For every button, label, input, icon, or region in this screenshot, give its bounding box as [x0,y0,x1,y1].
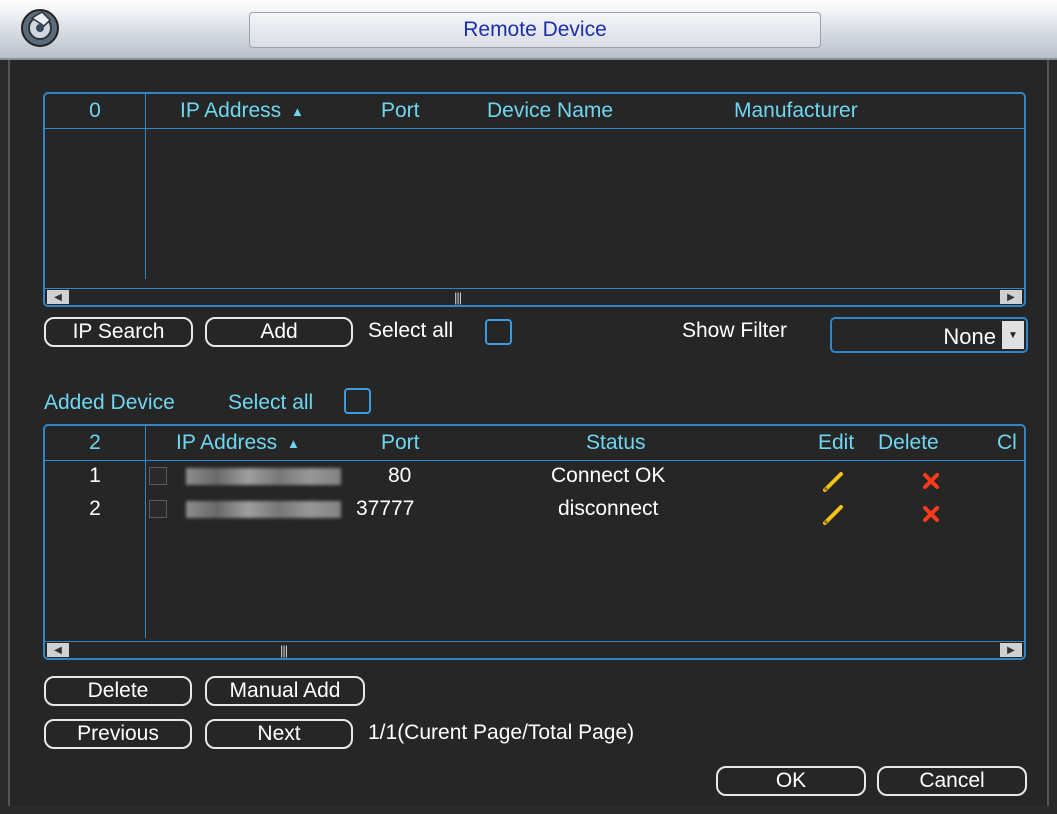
ip-search-button[interactable]: IP Search [44,317,193,347]
search-count: 0 [89,99,101,122]
added-select-all-label: Select all [228,391,314,414]
manual-add-button[interactable]: Manual Add [205,676,365,706]
row-checkbox[interactable] [149,467,167,485]
horizontal-scrollbar[interactable]: ◀ ||| ▶ [45,288,1024,305]
col-channel[interactable]: Cl [997,426,1017,459]
cancel-button[interactable]: Cancel [877,766,1027,796]
next-page-button[interactable]: Next [205,719,353,749]
red-x-icon[interactable] [922,472,940,490]
select-all-added-checkbox[interactable] [344,388,371,414]
search-results-table: 0 IP Address ▲ Port Device Name Manufact… [43,92,1026,307]
previous-page-button[interactable]: Previous [44,719,192,749]
row-status: disconnect [558,497,659,520]
col-edit[interactable]: Edit [818,426,854,459]
column-divider [145,94,146,279]
col-status[interactable]: Status [586,426,646,459]
show-filter-label: Show Filter [682,319,788,342]
col-manufacturer[interactable]: Manufacturer [734,94,858,127]
col-ip-address[interactable]: IP Address ▲ [176,426,300,459]
app-logo-icon [21,9,59,47]
scroll-thumb-grip-icon[interactable]: ||| [454,290,462,305]
row-port: 37777 [356,497,415,520]
scroll-right-icon[interactable]: ▶ [1000,643,1022,657]
red-x-icon[interactable] [922,505,940,523]
col-port[interactable]: Port [381,94,420,127]
pencil-icon[interactable] [821,503,845,527]
col-ip-address-label: IP Address [180,99,282,122]
scroll-left-icon[interactable]: ◀ [47,643,69,657]
row-status: Connect OK [551,464,666,487]
scroll-thumb-grip-icon[interactable]: ||| [280,643,288,658]
row-index: 2 [89,497,101,520]
col-ip-address-label: IP Address [176,431,278,454]
add-button[interactable]: Add [205,317,353,347]
added-count: 2 [89,431,101,454]
row-index: 1 [89,464,101,487]
added-device-title: Added Device [44,391,175,414]
delete-button[interactable]: Delete [44,676,192,706]
header-divider [45,460,1024,461]
horizontal-scrollbar[interactable]: ◀ ||| ▶ [45,641,1024,658]
col-port[interactable]: Port [381,426,420,459]
select-all-search-checkbox[interactable] [485,319,512,345]
row-checkbox[interactable] [149,500,167,518]
sort-asc-icon: ▲ [287,435,300,451]
scroll-left-icon[interactable]: ◀ [47,290,69,304]
added-devices-table: 2 IP Address ▲ Port Status Edit Delete C… [43,424,1026,660]
show-filter-select[interactable]: None ▼ [830,317,1028,353]
col-delete[interactable]: Delete [878,426,939,459]
filter-value: None [943,324,996,349]
select-all-label: Select all [368,319,454,342]
ok-button[interactable]: OK [716,766,866,796]
col-device-name[interactable]: Device Name [487,94,613,127]
row-port: 80 [388,464,412,487]
window-title: Remote Device [249,12,821,48]
col-ip-address[interactable]: IP Address ▲ [180,94,304,127]
scroll-right-icon[interactable]: ▶ [1000,290,1022,304]
sort-asc-icon: ▲ [291,103,304,119]
header-divider [45,128,1024,129]
chevron-down-icon[interactable]: ▼ [1002,321,1024,349]
title-bar: Remote Device [0,0,1057,60]
column-divider [145,426,146,638]
pencil-icon[interactable] [821,470,845,494]
redacted-ip-address [186,501,341,518]
page-info: 1/1(Curent Page/Total Page) [368,721,635,744]
redacted-ip-address [186,468,341,485]
